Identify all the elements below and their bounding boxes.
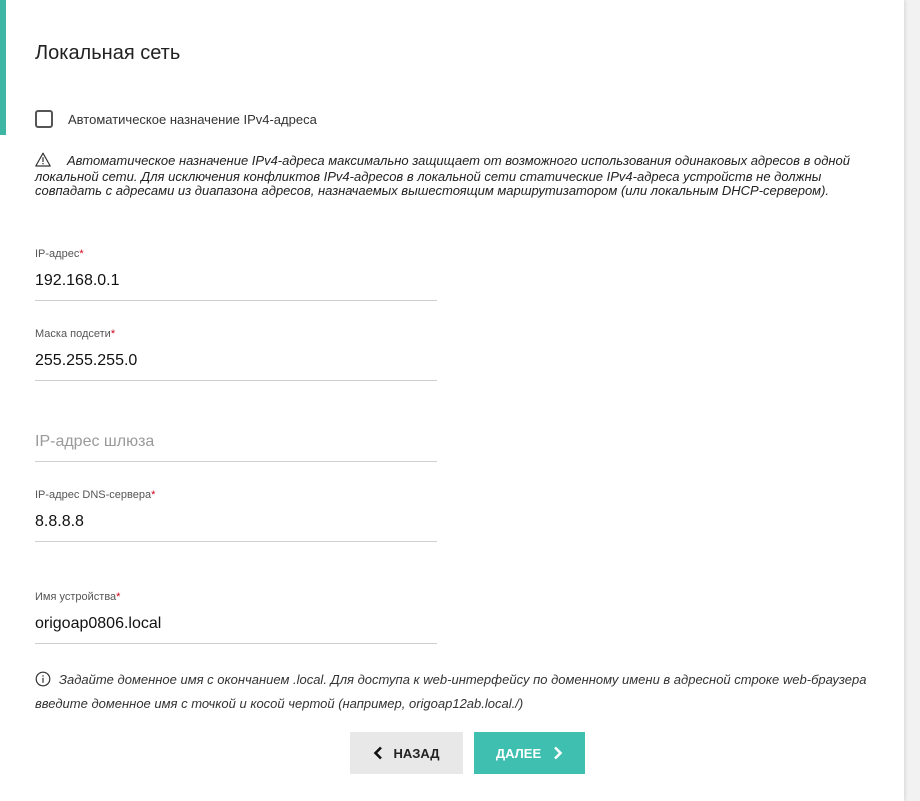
next-button[interactable]: ДАЛЕЕ	[474, 732, 585, 774]
warning-triangle-icon	[35, 152, 53, 170]
chevron-right-icon	[553, 746, 563, 760]
device-name-input[interactable]	[35, 615, 437, 644]
warning-note: Автоматическое назначение IPv4-адреса ма…	[35, 152, 885, 198]
gateway-field	[35, 433, 437, 462]
dns-server-label: IP-адрес DNS-сервера*	[35, 489, 156, 501]
dns-server-field: IP-адрес DNS-сервера*	[35, 489, 437, 542]
domain-info-note: Задайте доменное имя с окончанием .local…	[35, 669, 895, 714]
auto-ipv4-label[interactable]: Автоматическое назначение IPv4-адреса	[68, 112, 317, 127]
back-button-label: НАЗАД	[393, 745, 440, 761]
device-name-field: Имя устройства*	[35, 591, 437, 644]
auto-ipv4-row: Автоматическое назначение IPv4-адреса	[35, 110, 317, 128]
ip-address-field: IP-адрес*	[35, 248, 437, 301]
domain-info-text: Задайте доменное имя с окончанием .local…	[35, 672, 867, 711]
next-button-label: ДАЛЕЕ	[495, 745, 542, 761]
local-network-panel: Локальная сеть Автоматическое назначение…	[0, 0, 904, 801]
dns-server-input[interactable]	[35, 513, 437, 542]
subnet-mask-input[interactable]	[35, 352, 437, 381]
page-title: Локальная сеть	[35, 42, 181, 64]
auto-ipv4-checkbox[interactable]	[35, 110, 53, 128]
info-circle-icon	[35, 671, 51, 693]
accent-bar	[0, 0, 6, 135]
warning-text: Автоматическое назначение IPv4-адреса ма…	[35, 153, 850, 198]
subnet-mask-label: Маска подсети*	[35, 328, 116, 340]
subnet-mask-field: Маска подсети*	[35, 328, 437, 381]
device-name-label: Имя устройства*	[35, 591, 121, 603]
gateway-input[interactable]	[35, 433, 437, 462]
ip-address-label: IP-адрес*	[35, 248, 84, 260]
ip-address-input[interactable]	[35, 272, 437, 301]
chevron-left-icon	[373, 746, 383, 760]
back-button[interactable]: НАЗАД	[350, 732, 463, 774]
